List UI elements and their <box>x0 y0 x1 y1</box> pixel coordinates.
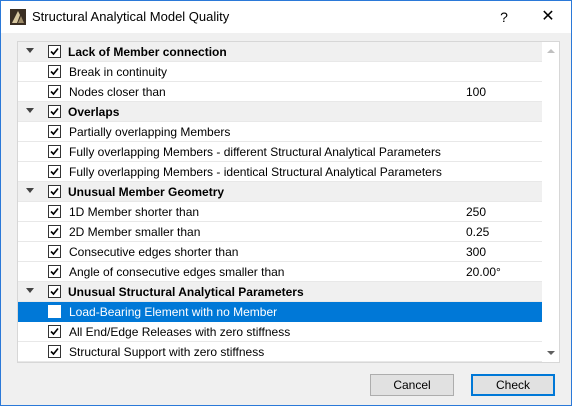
vertical-scrollbar[interactable] <box>542 42 559 362</box>
item-label: Consecutive edges shorter than <box>69 245 239 259</box>
item-value[interactable]: 20.00° <box>466 265 501 279</box>
item-checkbox[interactable] <box>48 85 61 98</box>
item-label: Angle of consecutive edges smaller than <box>69 265 285 279</box>
check-item-row[interactable]: All End/Edge Releases with zero stiffnes… <box>18 322 542 342</box>
group-label: Overlaps <box>68 105 120 119</box>
help-button[interactable]: ? <box>487 1 521 33</box>
check-item-row[interactable]: Load-Bearing Element with no Member <box>18 302 542 322</box>
group-checkbox[interactable] <box>48 105 61 118</box>
item-checkbox[interactable] <box>48 305 61 318</box>
item-checkbox[interactable] <box>48 245 61 258</box>
group-row[interactable]: Lack of Member connection <box>18 42 542 62</box>
check-item-row[interactable]: Structural Support with zero stiffness <box>18 342 542 362</box>
item-checkbox[interactable] <box>48 125 61 138</box>
item-label: Fully overlapping Members - identical St… <box>69 165 442 179</box>
check-item-row[interactable]: 2D Member smaller than 0.25 <box>18 222 542 242</box>
item-label: Partially overlapping Members <box>69 125 231 139</box>
collapse-arrow-icon[interactable] <box>26 48 34 53</box>
item-label: Load-Bearing Element with no Member <box>69 305 278 319</box>
check-item-row[interactable]: Break in continuity <box>18 62 542 82</box>
check-item-row[interactable]: Consecutive edges shorter than 300 <box>18 242 542 262</box>
check-item-row[interactable]: Fully overlapping Members - identical St… <box>18 162 542 182</box>
group-row[interactable]: Unusual Structural Analytical Parameters <box>18 282 542 302</box>
dialog-window: Structural Analytical Model Quality ? ✕ … <box>0 0 572 406</box>
item-checkbox[interactable] <box>48 325 61 338</box>
item-value[interactable]: 100 <box>466 85 486 99</box>
item-value[interactable]: 0.25 <box>466 225 489 239</box>
check-item-row[interactable]: Fully overlapping Members - different St… <box>18 142 542 162</box>
item-label: Break in continuity <box>69 65 168 79</box>
cancel-button[interactable]: Cancel <box>370 374 454 396</box>
collapse-arrow-icon[interactable] <box>26 288 34 293</box>
item-label: All End/Edge Releases with zero stiffnes… <box>69 325 291 339</box>
quality-check-list[interactable]: Lack of Member connection Break in contin… <box>17 41 560 363</box>
group-label: Unusual Member Geometry <box>68 185 225 199</box>
close-button[interactable]: ✕ <box>525 1 571 33</box>
item-checkbox[interactable] <box>48 145 61 158</box>
check-button[interactable]: Check <box>471 374 555 396</box>
group-row[interactable]: Unusual Member Geometry <box>18 182 542 202</box>
item-checkbox[interactable] <box>48 225 61 238</box>
check-item-row[interactable]: 1D Member shorter than 250 <box>18 202 542 222</box>
group-label: Unusual Structural Analytical Parameters <box>68 285 304 299</box>
collapse-arrow-icon[interactable] <box>26 108 34 113</box>
item-label: Nodes closer than <box>69 85 166 99</box>
scroll-down-arrow-icon[interactable] <box>547 351 555 355</box>
title-bar[interactable]: Structural Analytical Model Quality ? ✕ <box>1 1 571 33</box>
item-checkbox[interactable] <box>48 165 61 178</box>
collapse-arrow-icon[interactable] <box>26 188 34 193</box>
item-checkbox[interactable] <box>48 345 61 358</box>
group-label: Lack of Member connection <box>68 45 227 59</box>
item-label: Fully overlapping Members - different St… <box>69 145 441 159</box>
check-item-row[interactable]: Nodes closer than 100 <box>18 82 542 102</box>
item-checkbox[interactable] <box>48 265 61 278</box>
item-value[interactable]: 250 <box>466 205 486 219</box>
item-checkbox[interactable] <box>48 205 61 218</box>
item-label: 2D Member smaller than <box>69 225 201 239</box>
check-item-row[interactable]: Partially overlapping Members <box>18 122 542 142</box>
group-row[interactable]: Overlaps <box>18 102 542 122</box>
dialog-title: Structural Analytical Model Quality <box>32 9 230 24</box>
app-icon <box>10 9 26 25</box>
group-checkbox[interactable] <box>48 185 61 198</box>
item-label: Structural Support with zero stiffness <box>69 345 265 359</box>
group-checkbox[interactable] <box>48 285 61 298</box>
item-value[interactable]: 300 <box>466 245 486 259</box>
check-item-row[interactable]: Angle of consecutive edges smaller than 2… <box>18 262 542 282</box>
item-checkbox[interactable] <box>48 65 61 78</box>
item-label: 1D Member shorter than <box>69 205 200 219</box>
scroll-up-arrow-icon[interactable] <box>547 49 555 53</box>
group-checkbox[interactable] <box>48 45 61 58</box>
